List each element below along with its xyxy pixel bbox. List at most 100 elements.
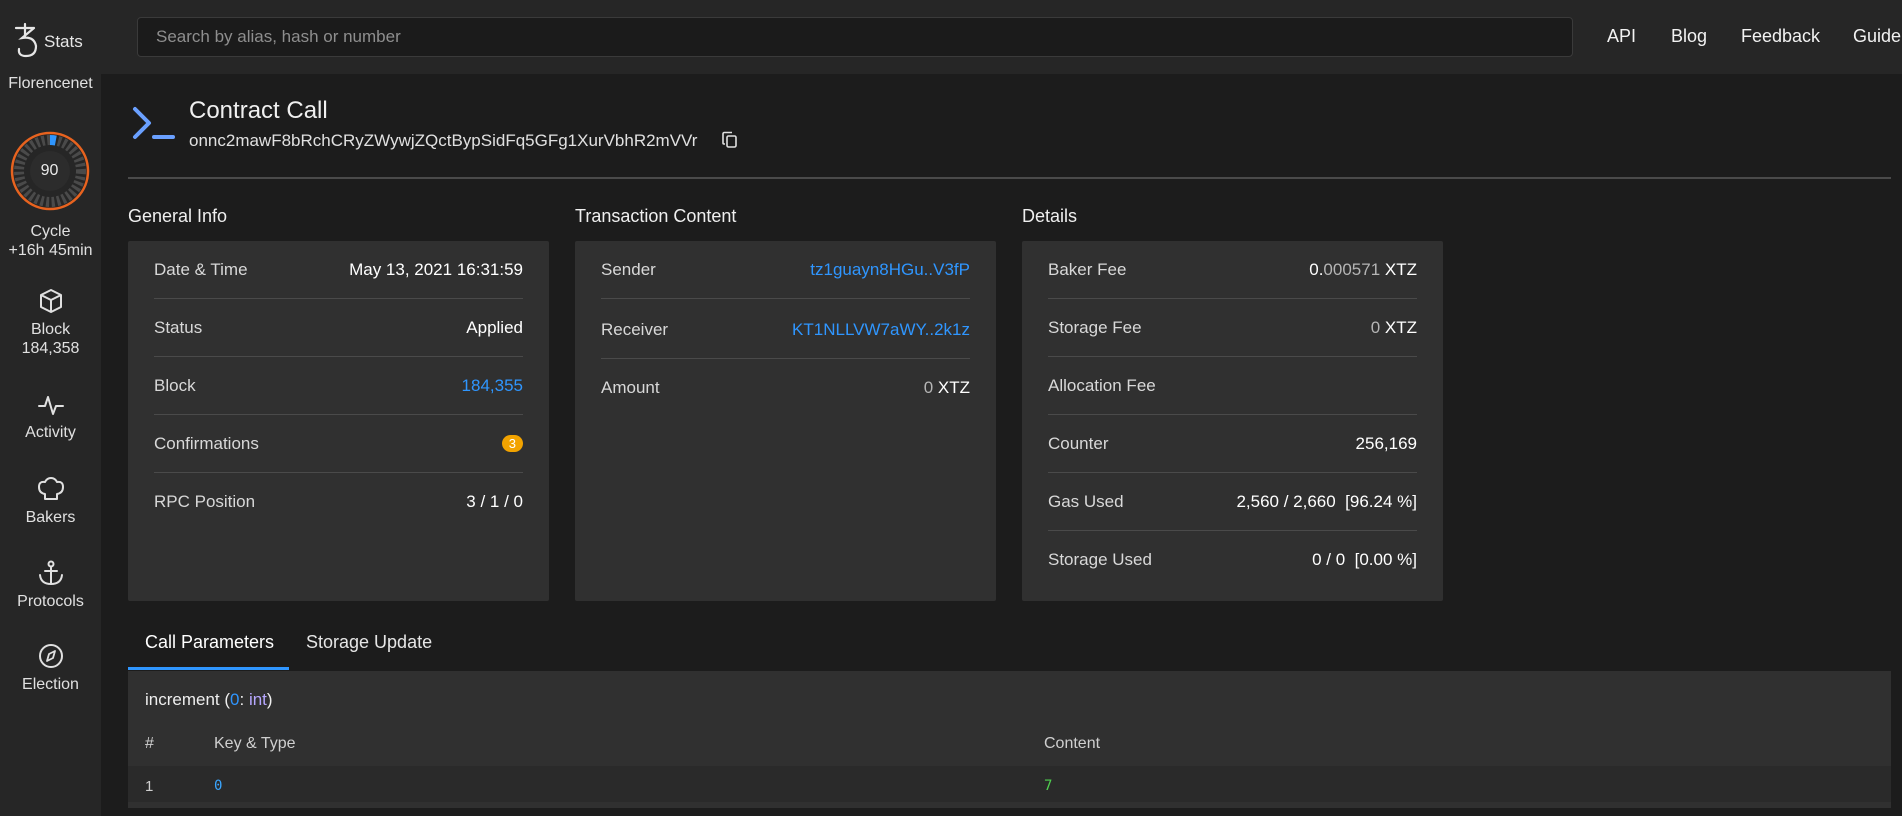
network-name[interactable]: Florencenet xyxy=(0,75,101,93)
cube-icon xyxy=(39,289,62,313)
compass-icon xyxy=(38,644,63,668)
receiver-link[interactable]: KT1NLLVW7aWY..2k1z xyxy=(792,320,970,340)
header-divider xyxy=(128,177,1891,179)
operation-hash[interactable]: onnc2mawF8bRchCRyZWywjZQctBypSidFq5GFg1X… xyxy=(189,131,697,151)
date-time-label: Date & Time xyxy=(154,259,248,279)
api-link[interactable]: API xyxy=(1607,26,1636,47)
column-header-index: # xyxy=(145,735,154,752)
call-parameters-panel: increment (0: int) # Key & Type Content … xyxy=(128,671,1891,808)
sidebar: Stats Florencenet 90 Cycle +16h 45min Bl… xyxy=(0,0,101,816)
cycle-progress-arc xyxy=(49,135,57,146)
rpc-position-row: RPC Position 3 / 1 / 0 xyxy=(154,473,523,531)
sidebar-item-protocols[interactable]: Protocols xyxy=(0,560,101,611)
storage-fee-unit: XTZ xyxy=(1384,317,1417,337)
status-row: Status Applied xyxy=(154,299,523,357)
sidebar-item-bakers[interactable]: Bakers xyxy=(0,476,101,527)
activity-icon xyxy=(37,396,64,415)
tzstats-logo[interactable]: Stats xyxy=(12,22,92,62)
sidebar-item-label: Activity xyxy=(25,424,76,441)
sidebar-item-label: Bakers xyxy=(25,509,76,526)
counter-row: Counter 256,169 xyxy=(1048,415,1417,473)
amount-unit: XTZ xyxy=(937,378,970,397)
transaction-content-title: Transaction Content xyxy=(575,206,737,226)
gas-used-row: Gas Used 2,560 / 2,660 [96.24 %] xyxy=(1048,473,1417,531)
confirmations-label: Confirmations xyxy=(154,433,259,453)
counter-label: Counter xyxy=(1048,433,1109,453)
details-card: Baker Fee 0.000571 XTZ Storage Fee 0 XTZ… xyxy=(1022,241,1443,601)
sidebar-item-election[interactable]: Election xyxy=(0,643,101,694)
sidebar-item-label: Protocols xyxy=(17,593,84,610)
cycle-info: Cycle +16h 45min xyxy=(0,222,101,260)
date-time-row: Date & Time May 13, 2021 16:31:59 xyxy=(154,241,523,299)
tab-storage-update[interactable]: Storage Update xyxy=(306,632,432,653)
tezos-logo-icon xyxy=(14,22,38,58)
details-title: Details xyxy=(1022,206,1078,226)
blog-link[interactable]: Blog xyxy=(1671,26,1707,47)
sidebar-item-activity[interactable]: Activity xyxy=(0,393,101,442)
table-row xyxy=(128,766,1891,802)
block-number: 184,358 xyxy=(21,340,80,357)
baker-fee-label: Baker Fee xyxy=(1048,259,1127,279)
anchor-icon xyxy=(38,560,63,586)
block-row: Block 184,355 xyxy=(154,357,523,415)
column-header-key-type: Key & Type xyxy=(214,735,296,752)
chef-hat-icon xyxy=(37,477,64,500)
block-label: Block xyxy=(154,375,196,395)
terminal-icon xyxy=(133,107,175,139)
row-content: 7 xyxy=(1044,778,1053,794)
active-tab-indicator xyxy=(128,667,289,670)
amount-row: Amount 0 XTZ xyxy=(601,359,970,417)
page-title: Contract Call xyxy=(189,97,328,124)
gas-used-percent: [96.24 %] xyxy=(1345,491,1417,511)
copy-icon[interactable] xyxy=(722,131,738,149)
allocation-fee-row: Allocation Fee xyxy=(1048,357,1417,415)
cycle-remaining: +16h 45min xyxy=(8,242,93,259)
sidebar-item-label: Election xyxy=(22,676,79,693)
storage-used-value: 0 / 0 xyxy=(1312,550,1346,569)
tab-call-parameters[interactable]: Call Parameters xyxy=(145,632,274,653)
baker-fee-row: Baker Fee 0.000571 XTZ xyxy=(1048,241,1417,299)
date-time-value: May 13, 2021 16:31:59 xyxy=(349,259,523,279)
cycle-label: Cycle xyxy=(30,223,71,240)
storage-fee-row: Storage Fee 0 XTZ xyxy=(1048,299,1417,357)
baker-fee-int: 0. xyxy=(1309,259,1324,279)
baker-fee-fraction: 000571 xyxy=(1323,259,1381,279)
rpc-position-label: RPC Position xyxy=(154,492,256,511)
storage-fee-value-group: 0 XTZ xyxy=(1371,318,1417,338)
column-header-content: Content xyxy=(1044,735,1101,752)
feedback-link[interactable]: Feedback xyxy=(1741,26,1820,47)
amount-value: 0 xyxy=(923,378,934,397)
storage-fee-label: Storage Fee xyxy=(1048,317,1142,337)
guide-link[interactable]: Guide xyxy=(1853,26,1901,47)
confirmations-row: Confirmations 3 xyxy=(154,415,523,473)
entrypoint-name: increment xyxy=(145,690,220,709)
general-info-title: General Info xyxy=(128,206,228,226)
gas-used-value: 2,560 / 2,660 xyxy=(1236,491,1336,511)
status-value: Applied xyxy=(466,317,523,337)
entrypoint-signature: increment (0: int) xyxy=(145,690,273,709)
counter-value: 256,169 xyxy=(1355,433,1417,453)
block-link[interactable]: 184,355 xyxy=(462,376,523,396)
block-label: Block xyxy=(30,321,71,338)
argument-index: 0 xyxy=(230,690,240,709)
storage-used-value-group: 0 / 0 [0.00 %] xyxy=(1312,550,1417,570)
amount-label: Amount xyxy=(601,378,660,397)
general-info-card: Date & Time May 13, 2021 16:31:59 Status… xyxy=(128,241,549,601)
storage-used-row: Storage Used 0 / 0 [0.00 %] xyxy=(1048,531,1417,589)
sender-link[interactable]: tz1guayn8HGu..V3fP xyxy=(810,260,970,280)
receiver-row: Receiver KT1NLLVW7aWY..2k1z xyxy=(601,301,970,359)
rpc-position-value: 3 / 1 / 0 xyxy=(466,492,523,511)
sender-row: Sender tz1guayn8HGu..V3fP xyxy=(601,241,970,299)
baker-fee-value-group: 0.000571 XTZ xyxy=(1309,260,1417,280)
status-label: Status xyxy=(154,317,203,337)
allocation-fee-label: Allocation Fee xyxy=(1048,375,1156,395)
argument-type: int xyxy=(248,690,267,709)
confirmations-badge: 3 xyxy=(501,435,523,452)
gas-used-label: Gas Used xyxy=(1048,491,1124,511)
search-input[interactable] xyxy=(137,17,1573,57)
transaction-content-card: Sender tz1guayn8HGu..V3fP Receiver KT1NL… xyxy=(575,241,996,601)
sidebar-item-block[interactable]: Block 184,358 xyxy=(0,288,101,358)
row-key: 0 xyxy=(214,778,223,794)
cycle-number: 90 xyxy=(40,162,59,179)
amount-value-group: 0 XTZ xyxy=(924,378,970,398)
